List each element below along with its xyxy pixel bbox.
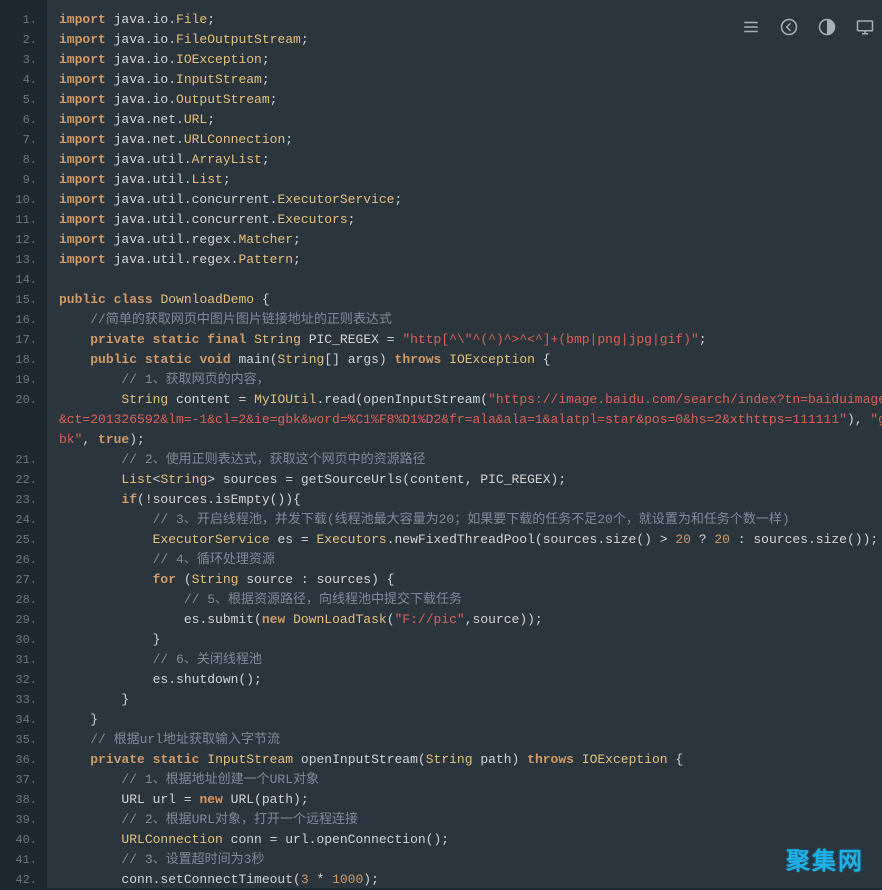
code-line: es.shutdown();: [59, 670, 882, 690]
line-number: 40.: [0, 830, 47, 850]
code-line: // 根据url地址获取输入字节流: [59, 730, 882, 750]
code-line: es.submit(new DownLoadTask("F://pic",sou…: [59, 610, 882, 630]
line-number: [0, 410, 47, 430]
line-number: 7.: [0, 130, 47, 150]
code-line: // 2、根据URL对象，打开一个远程连接: [59, 810, 882, 830]
code-line: for (String source : sources) {: [59, 570, 882, 590]
line-number-gutter: 1.2.3.4.5.6.7.8.9.10.11.12.13.14.15.16.1…: [0, 0, 47, 888]
line-number: 16.: [0, 310, 47, 330]
line-number: 8.: [0, 150, 47, 170]
line-number: 28.: [0, 590, 47, 610]
line-number: 10.: [0, 190, 47, 210]
back-icon[interactable]: [780, 18, 798, 43]
code-area[interactable]: import java.io.File;import java.io.FileO…: [47, 0, 882, 888]
code-line: public static void main(String[] args) t…: [59, 350, 882, 370]
toolbar: [742, 18, 874, 43]
line-number: 5.: [0, 90, 47, 110]
line-number: 25.: [0, 530, 47, 550]
line-number: 9.: [0, 170, 47, 190]
line-number: 37.: [0, 770, 47, 790]
contrast-icon[interactable]: [818, 18, 836, 43]
code-line: // 3、开启线程池，并发下载(线程池最大容量为20；如果要下载的任务不足20个…: [59, 510, 882, 530]
code-line: &ct=201326592&lm=-1&cl=2&ie=gbk&word=%C1…: [59, 410, 882, 430]
line-number: 15.: [0, 290, 47, 310]
code-line: // 2、使用正则表达式，获取这个网页中的资源路径: [59, 450, 882, 470]
code-line: import java.util.concurrent.ExecutorServ…: [59, 190, 882, 210]
line-number: 13.: [0, 250, 47, 270]
line-number: 42.: [0, 870, 47, 890]
code-line: import java.io.InputStream;: [59, 70, 882, 90]
code-line: import java.util.List;: [59, 170, 882, 190]
code-line: conn.setConnectTimeout(3 * 1000);: [59, 870, 882, 888]
code-line: // 1、获取网页的内容，: [59, 370, 882, 390]
line-number: 35.: [0, 730, 47, 750]
code-line: import java.net.URLConnection;: [59, 130, 882, 150]
code-line: import java.io.IOException;: [59, 50, 882, 70]
code-line: import java.util.regex.Pattern;: [59, 250, 882, 270]
line-number: 11.: [0, 210, 47, 230]
code-line: import java.io.OutputStream;: [59, 90, 882, 110]
code-line: }: [59, 630, 882, 650]
list-icon[interactable]: [742, 18, 760, 43]
code-line: URLConnection conn = url.openConnection(…: [59, 830, 882, 850]
line-number: 30.: [0, 630, 47, 650]
line-number: [0, 430, 47, 450]
line-number: 24.: [0, 510, 47, 530]
line-number: 39.: [0, 810, 47, 830]
line-number: 20.: [0, 390, 47, 410]
line-number: 22.: [0, 470, 47, 490]
code-line: // 5、根据资源路径，向线程池中提交下载任务: [59, 590, 882, 610]
line-number: 17.: [0, 330, 47, 350]
code-line: import java.net.URL;: [59, 110, 882, 130]
line-number: 19.: [0, 370, 47, 390]
line-number: 36.: [0, 750, 47, 770]
line-number: 34.: [0, 710, 47, 730]
line-number: 32.: [0, 670, 47, 690]
line-number: 33.: [0, 690, 47, 710]
line-number: 21.: [0, 450, 47, 470]
code-line: }: [59, 690, 882, 710]
code-line: import java.util.concurrent.Executors;: [59, 210, 882, 230]
watermark: 聚集网: [786, 852, 864, 872]
line-number: 18.: [0, 350, 47, 370]
line-number: 41.: [0, 850, 47, 870]
code-line: private static InputStream openInputStre…: [59, 750, 882, 770]
line-number: 12.: [0, 230, 47, 250]
line-number: 27.: [0, 570, 47, 590]
code-line: if(!sources.isEmpty()){: [59, 490, 882, 510]
line-number: 2.: [0, 30, 47, 50]
code-line: public class DownloadDemo {: [59, 290, 882, 310]
code-line: // 3、设置超时间为3秒: [59, 850, 882, 870]
line-number: 6.: [0, 110, 47, 130]
code-line: URL url = new URL(path);: [59, 790, 882, 810]
code-line: String content = MyIOUtil.read(openInput…: [59, 390, 882, 410]
code-line: import java.util.ArrayList;: [59, 150, 882, 170]
code-line: import java.util.regex.Matcher;: [59, 230, 882, 250]
line-number: 31.: [0, 650, 47, 670]
line-number: 4.: [0, 70, 47, 90]
monitor-icon[interactable]: [856, 18, 874, 43]
code-line: //简单的获取网页中图片图片链接地址的正则表达式: [59, 310, 882, 330]
code-line: private static final String PIC_REGEX = …: [59, 330, 882, 350]
code-line: }: [59, 710, 882, 730]
code-line: ExecutorService es = Executors.newFixedT…: [59, 530, 882, 550]
code-line: // 1、根据地址创建一个URL对象: [59, 770, 882, 790]
code-line: bk", true);: [59, 430, 882, 450]
line-number: 23.: [0, 490, 47, 510]
code-line: // 6、关闭线程池: [59, 650, 882, 670]
line-number: 29.: [0, 610, 47, 630]
code-line: // 4、循环处理资源: [59, 550, 882, 570]
line-number: 14.: [0, 270, 47, 290]
code-line: [59, 270, 882, 290]
line-number: 1.: [0, 10, 47, 30]
line-number: 3.: [0, 50, 47, 70]
line-number: 38.: [0, 790, 47, 810]
code-editor: 1.2.3.4.5.6.7.8.9.10.11.12.13.14.15.16.1…: [0, 0, 882, 888]
line-number: 26.: [0, 550, 47, 570]
code-line: List<String> sources = getSourceUrls(con…: [59, 470, 882, 490]
